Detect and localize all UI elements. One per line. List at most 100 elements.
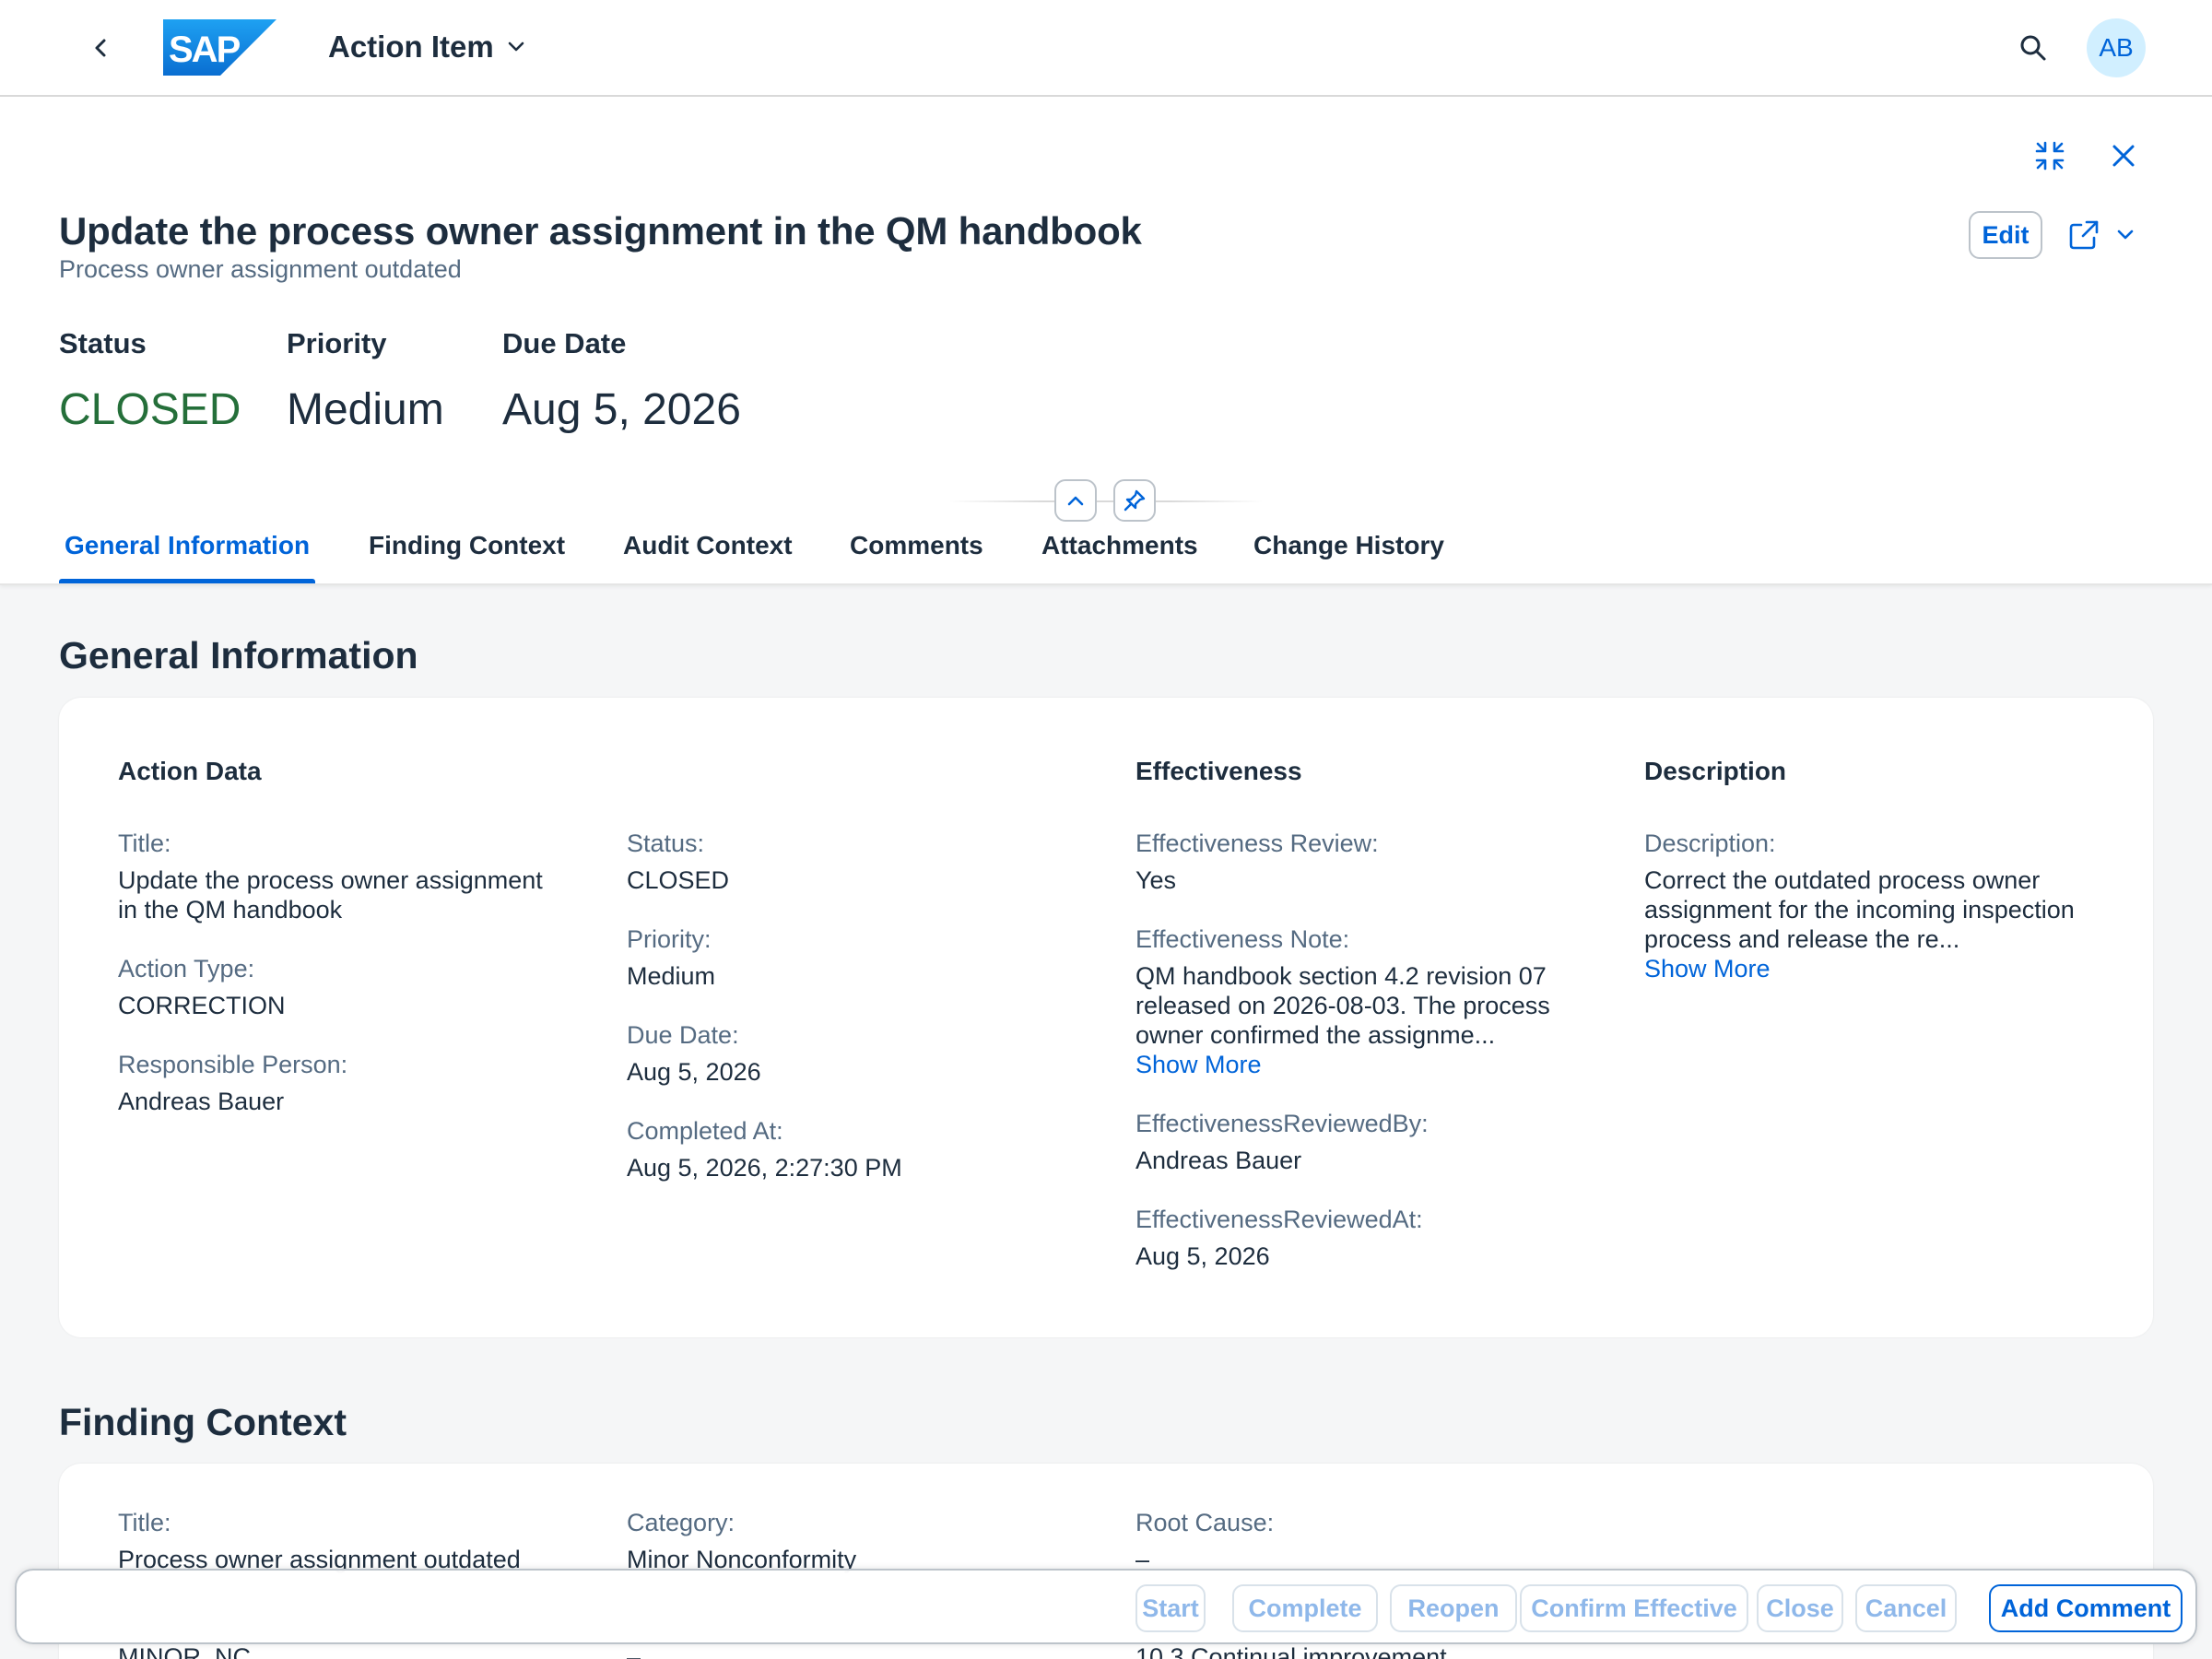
edit-button[interactable]: Edit <box>1969 211 2042 259</box>
field-value: Andreas Bauer <box>1135 1147 1302 1174</box>
section-title-general-information: General Information <box>59 634 418 677</box>
pin-icon <box>1124 489 1146 512</box>
footer-toolbar: Start Complete Reopen Confirm Effective … <box>15 1569 2197 1644</box>
field-status: Status: CLOSED <box>627 829 1088 895</box>
show-more-link[interactable]: Show More <box>1135 1050 1578 1079</box>
search-icon[interactable] <box>2015 29 2052 66</box>
field-label: Category: <box>627 1509 735 1536</box>
object-header: Update the process owner assignment in t… <box>0 97 2212 585</box>
kpi-label: Priority <box>287 327 387 359</box>
field-value: Aug 5, 2026, 2:27:30 PM <box>627 1154 902 1182</box>
exit-fullscreen-icon[interactable] <box>2028 134 2072 178</box>
kpi-value: Medium <box>287 385 444 434</box>
field-value: 10.3 Continual improvement <box>1135 1643 1447 1659</box>
field-effectiveness-reviewed-at: EffectivenessReviewedAt: Aug 5, 2026 <box>1135 1205 1596 1271</box>
field-root-cause: Root Cause: – <box>1135 1508 1596 1574</box>
field-label: Description: <box>1644 830 1776 857</box>
chevron-up-icon <box>1067 496 1084 506</box>
tab-comments[interactable]: Comments <box>850 531 983 560</box>
group-title-effectiveness: Effectiveness <box>1135 757 1302 785</box>
back-icon[interactable] <box>85 31 118 65</box>
close-button[interactable]: Close <box>1757 1584 1843 1632</box>
field-description: Description: Correct the outdated proces… <box>1644 829 2105 983</box>
field-label: Effectiveness Note: <box>1135 925 1350 953</box>
header-divider <box>949 500 1263 502</box>
svg-text:SAP: SAP <box>169 29 241 70</box>
start-button[interactable]: Start <box>1135 1584 1206 1632</box>
tab-finding-context[interactable]: Finding Context <box>369 531 565 560</box>
field-value: Update the process owner assignment in t… <box>118 866 543 924</box>
field-value: Correct the outdated process owner assig… <box>1644 866 2075 953</box>
field-value: Yes <box>1135 866 1177 894</box>
field-value: MINOR_NC <box>118 1643 252 1659</box>
field-effectiveness-review: Effectiveness Review: Yes <box>1135 829 1596 895</box>
confirm-effective-button[interactable]: Confirm Effective <box>1520 1584 1748 1632</box>
sap-logo[interactable]: SAP <box>163 19 276 76</box>
kpi-priority: Priority Medium <box>287 327 444 435</box>
avatar[interactable]: AB <box>2087 18 2146 77</box>
reopen-button[interactable]: Reopen <box>1390 1584 1517 1632</box>
field-label: EffectivenessReviewedAt: <box>1135 1206 1423 1233</box>
field-responsible-person: Responsible Person: Andreas Bauer <box>118 1050 579 1116</box>
field-label: Title: <box>118 830 171 857</box>
shell-bar: SAP Action Item AB <box>0 0 2212 97</box>
app-title: Action Item <box>328 29 494 64</box>
field-priority: Priority: Medium <box>627 924 1088 991</box>
field-label: Root Cause: <box>1135 1509 1275 1536</box>
close-icon[interactable] <box>2101 134 2146 178</box>
cancel-button[interactable]: Cancel <box>1855 1584 1957 1632</box>
kpi-value: CLOSED <box>59 385 241 434</box>
field-effectiveness-note: Effectiveness Note: QM handbook section … <box>1135 924 1578 1079</box>
general-information-card: Action Data Effectiveness Description Ti… <box>59 698 2153 1337</box>
page-title: Update the process owner assignment in t… <box>59 209 1142 253</box>
add-comment-button[interactable]: Add Comment <box>1989 1584 2183 1632</box>
pin-header-button[interactable] <box>1113 479 1156 522</box>
group-title-action-data: Action Data <box>118 757 262 785</box>
field-finding-category: Category: Minor Nonconformity <box>627 1508 1088 1574</box>
field-effectiveness-reviewed-by: EffectivenessReviewedBy: Andreas Bauer <box>1135 1109 1596 1175</box>
tab-general-information[interactable]: General Information <box>65 531 310 560</box>
field-label: Action Type: <box>118 955 255 982</box>
field-label: EffectivenessReviewedBy: <box>1135 1110 1429 1137</box>
complete-button[interactable]: Complete <box>1232 1584 1378 1632</box>
field-due-date: Due Date: Aug 5, 2026 <box>627 1020 1088 1087</box>
page-subtitle: Process owner assignment outdated <box>59 255 462 283</box>
field-value: – <box>627 1643 641 1659</box>
field-value: CORRECTION <box>118 992 286 1019</box>
collapse-header-button[interactable] <box>1054 479 1097 522</box>
field-value: Andreas Bauer <box>118 1088 285 1115</box>
field-label: Status: <box>627 830 705 857</box>
field-value: QM handbook section 4.2 revision 07 rele… <box>1135 962 1550 1049</box>
field-label: Priority: <box>627 925 712 953</box>
field-completed-at: Completed At: Aug 5, 2026, 2:27:30 PM <box>627 1116 1088 1182</box>
active-tab-indicator <box>59 579 315 583</box>
share-icon <box>2069 220 2099 250</box>
field-label: Responsible Person: <box>118 1051 348 1078</box>
field-title: Title: Update the process owner assignme… <box>118 829 579 924</box>
share-menu-button[interactable] <box>2065 213 2138 257</box>
tab-attachments[interactable]: Attachments <box>1041 531 1198 560</box>
kpi-value: Aug 5, 2026 <box>502 385 741 434</box>
app-title-menu[interactable]: Action Item <box>328 29 525 65</box>
field-value: CLOSED <box>627 866 730 894</box>
chevron-down-icon <box>2117 229 2134 240</box>
kpi-due-date: Due Date Aug 5, 2026 <box>502 327 741 435</box>
tab-audit-context[interactable]: Audit Context <box>623 531 793 560</box>
field-value: Aug 5, 2026 <box>1135 1242 1270 1270</box>
chevron-down-icon <box>508 41 524 52</box>
kpi-label: Due Date <box>502 327 627 359</box>
kpi-label: Status <box>59 327 147 359</box>
group-title-description: Description <box>1644 757 1787 785</box>
kpi-status: Status CLOSED <box>59 327 241 435</box>
field-label: Title: <box>118 1509 171 1536</box>
field-value: Aug 5, 2026 <box>627 1058 761 1086</box>
field-label: Completed At: <box>627 1117 783 1145</box>
field-action-type: Action Type: CORRECTION <box>118 954 579 1020</box>
field-label: Effectiveness Review: <box>1135 830 1379 857</box>
field-value: Medium <box>627 962 716 990</box>
field-finding-title: Title: Process owner assignment outdated <box>118 1508 579 1574</box>
show-more-link[interactable]: Show More <box>1644 954 2105 983</box>
field-label: Due Date: <box>627 1021 739 1049</box>
section-title-finding-context: Finding Context <box>59 1401 347 1443</box>
tab-change-history[interactable]: Change History <box>1253 531 1444 560</box>
